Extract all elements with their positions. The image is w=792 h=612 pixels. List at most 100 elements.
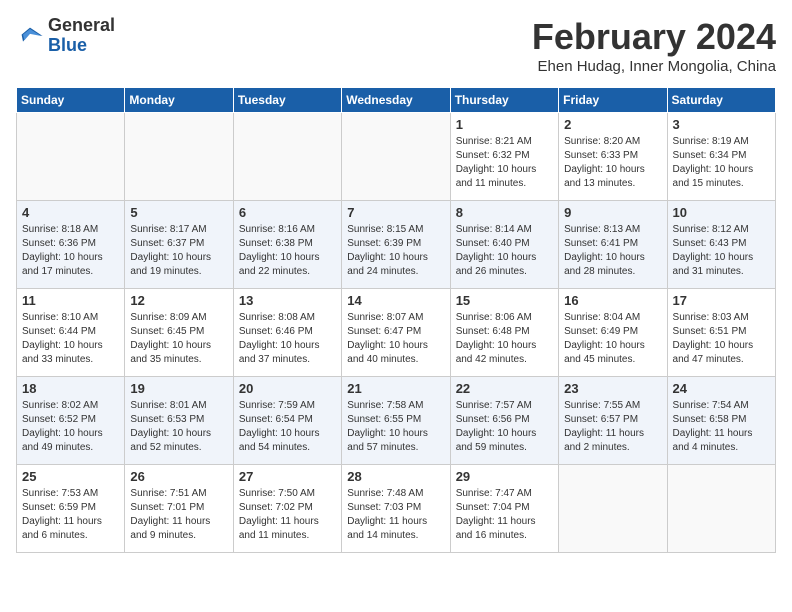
calendar-cell: 22Sunrise: 7:57 AM Sunset: 6:56 PM Dayli… [450, 377, 558, 465]
calendar-cell: 5 Sunrise: 8:17 AM Sunset: 6:37 PM Daylig… [125, 201, 233, 289]
day-info: Sunrise: 8:13 AM Sunset: 6:41 PM Dayligh… [564, 223, 661, 279]
day-number: 1 [456, 117, 553, 132]
calendar-week-row: 25 Sunrise: 7:53 AM Sunset: 6:59 PM Dayli… [17, 465, 776, 553]
calendar-cell: 8 Sunrise: 8:14 AM Sunset: 6:40 PM Daylig… [450, 201, 558, 289]
day-info: Sunrise: 7:59 AM Sunset: 6:54 PM Dayligh… [239, 399, 336, 455]
calendar-cell [667, 465, 775, 553]
calendar-cell: 16 Sunrise: 8:04 AM Sunset: 6:49 PM Dayli… [559, 289, 667, 377]
day-number: 19 [130, 381, 227, 396]
weekday-header: Wednesday [342, 88, 450, 113]
day-info: Sunrise: 8:12 AM Sunset: 6:43 PM Dayligh… [673, 223, 770, 279]
day-number: 16 [564, 293, 661, 308]
day-info: Sunrise: 8:07 AM Sunset: 6:47 PM Dayligh… [347, 311, 444, 367]
day-number: 5 [130, 205, 227, 220]
day-info: Sunrise: 7:53 AM Sunset: 6:59 PM Dayligh… [22, 487, 119, 543]
calendar-cell [17, 113, 125, 201]
month-title: February 2024 [532, 16, 776, 58]
day-info: Sunrise: 8:17 AM Sunset: 6:37 PM Dayligh… [130, 223, 227, 279]
calendar-cell: 20 Sunrise: 7:59 AM Sunset: 6:54 PM Dayli… [233, 377, 341, 465]
day-number: 10 [673, 205, 770, 220]
bird-icon [16, 22, 44, 50]
weekday-header: Tuesday [233, 88, 341, 113]
day-info: Sunrise: 8:04 AM Sunset: 6:49 PM Dayligh… [564, 311, 661, 367]
logo: General Blue [16, 16, 115, 56]
day-info: Sunrise: 8:21 AM Sunset: 6:32 PM Dayligh… [456, 135, 553, 191]
day-info: Sunrise: 8:19 AM Sunset: 6:34 PM Dayligh… [673, 135, 770, 191]
calendar-cell [342, 113, 450, 201]
day-number: 25 [22, 469, 119, 484]
day-info: Sunrise: 8:15 AM Sunset: 6:39 PM Dayligh… [347, 223, 444, 279]
weekday-header: Monday [125, 88, 233, 113]
day-info: Sunrise: 7:58 AM Sunset: 6:55 PM Dayligh… [347, 399, 444, 455]
day-info: Sunrise: 8:09 AM Sunset: 6:45 PM Dayligh… [130, 311, 227, 367]
title-block: February 2024 Ehen Hudag, Inner Mongolia… [532, 16, 776, 75]
day-number: 8 [456, 205, 553, 220]
day-number: 29 [456, 469, 553, 484]
calendar-cell: 3 Sunrise: 8:19 AM Sunset: 6:34 PM Daylig… [667, 113, 775, 201]
calendar-cell: 25 Sunrise: 7:53 AM Sunset: 6:59 PM Dayli… [17, 465, 125, 553]
day-info: Sunrise: 7:51 AM Sunset: 7:01 PM Dayligh… [130, 487, 227, 543]
day-number: 17 [673, 293, 770, 308]
day-number: 18 [22, 381, 119, 396]
day-number: 4 [22, 205, 119, 220]
calendar-week-row: 1 Sunrise: 8:21 AM Sunset: 6:32 PM Daylig… [17, 113, 776, 201]
calendar-cell: 28 Sunrise: 7:48 AM Sunset: 7:03 PM Dayli… [342, 465, 450, 553]
page-header: General Blue February 2024 Ehen Hudag, I… [16, 16, 776, 75]
calendar-cell: 19 Sunrise: 8:01 AM Sunset: 6:53 PM Dayli… [125, 377, 233, 465]
calendar-cell: 14 Sunrise: 8:07 AM Sunset: 6:47 PM Dayli… [342, 289, 450, 377]
weekday-header: Saturday [667, 88, 775, 113]
calendar-cell [125, 113, 233, 201]
calendar-cell: 23Sunrise: 7:55 AM Sunset: 6:57 PM Dayli… [559, 377, 667, 465]
logo-blue: Blue [48, 35, 87, 55]
calendar-cell: 11 Sunrise: 8:10 AM Sunset: 6:44 PM Dayli… [17, 289, 125, 377]
calendar-cell: 4 Sunrise: 8:18 AM Sunset: 6:36 PM Daylig… [17, 201, 125, 289]
day-number: 20 [239, 381, 336, 396]
day-number: 15 [456, 293, 553, 308]
day-number: 24 [673, 381, 770, 396]
day-number: 11 [22, 293, 119, 308]
calendar-cell: 1 Sunrise: 8:21 AM Sunset: 6:32 PM Daylig… [450, 113, 558, 201]
day-info: Sunrise: 8:18 AM Sunset: 6:36 PM Dayligh… [22, 223, 119, 279]
day-number: 13 [239, 293, 336, 308]
day-info: Sunrise: 7:47 AM Sunset: 7:04 PM Dayligh… [456, 487, 553, 543]
calendar-week-row: 11 Sunrise: 8:10 AM Sunset: 6:44 PM Dayli… [17, 289, 776, 377]
weekday-header: Sunday [17, 88, 125, 113]
calendar-cell: 13 Sunrise: 8:08 AM Sunset: 6:46 PM Dayli… [233, 289, 341, 377]
day-info: Sunrise: 7:50 AM Sunset: 7:02 PM Dayligh… [239, 487, 336, 543]
day-info: Sunrise: 7:57 AM Sunset: 6:56 PM Dayligh… [456, 399, 553, 455]
weekday-header: Friday [559, 88, 667, 113]
calendar-cell: 7 Sunrise: 8:15 AM Sunset: 6:39 PM Daylig… [342, 201, 450, 289]
calendar-cell [559, 465, 667, 553]
day-number: 3 [673, 117, 770, 132]
day-info: Sunrise: 8:16 AM Sunset: 6:38 PM Dayligh… [239, 223, 336, 279]
day-info: Sunrise: 8:10 AM Sunset: 6:44 PM Dayligh… [22, 311, 119, 367]
day-number: 28 [347, 469, 444, 484]
calendar-cell: 17Sunrise: 8:03 AM Sunset: 6:51 PM Dayli… [667, 289, 775, 377]
calendar-cell [233, 113, 341, 201]
day-info: Sunrise: 7:48 AM Sunset: 7:03 PM Dayligh… [347, 487, 444, 543]
day-number: 7 [347, 205, 444, 220]
calendar-cell: 29 Sunrise: 7:47 AM Sunset: 7:04 PM Dayli… [450, 465, 558, 553]
calendar-cell: 12 Sunrise: 8:09 AM Sunset: 6:45 PM Dayli… [125, 289, 233, 377]
calendar-cell: 9Sunrise: 8:13 AM Sunset: 6:41 PM Daylig… [559, 201, 667, 289]
day-info: Sunrise: 8:14 AM Sunset: 6:40 PM Dayligh… [456, 223, 553, 279]
day-info: Sunrise: 8:01 AM Sunset: 6:53 PM Dayligh… [130, 399, 227, 455]
day-number: 21 [347, 381, 444, 396]
day-number: 27 [239, 469, 336, 484]
calendar-cell: 6Sunrise: 8:16 AM Sunset: 6:38 PM Daylig… [233, 201, 341, 289]
logo-general: General [48, 15, 115, 35]
day-info: Sunrise: 8:08 AM Sunset: 6:46 PM Dayligh… [239, 311, 336, 367]
calendar-cell: 15Sunrise: 8:06 AM Sunset: 6:48 PM Dayli… [450, 289, 558, 377]
location-subtitle: Ehen Hudag, Inner Mongolia, China [532, 58, 776, 75]
calendar-cell: 2Sunrise: 8:20 AM Sunset: 6:33 PM Daylig… [559, 113, 667, 201]
day-number: 12 [130, 293, 227, 308]
calendar-cell: 10 Sunrise: 8:12 AM Sunset: 6:43 PM Dayli… [667, 201, 775, 289]
calendar-table: SundayMondayTuesdayWednesdayThursdayFrid… [16, 87, 776, 553]
weekday-header: Thursday [450, 88, 558, 113]
day-number: 14 [347, 293, 444, 308]
calendar-header-row: SundayMondayTuesdayWednesdayThursdayFrid… [17, 88, 776, 113]
day-number: 23 [564, 381, 661, 396]
calendar-cell: 27 Sunrise: 7:50 AM Sunset: 7:02 PM Dayli… [233, 465, 341, 553]
calendar-cell: 26Sunrise: 7:51 AM Sunset: 7:01 PM Dayli… [125, 465, 233, 553]
calendar-week-row: 18Sunrise: 8:02 AM Sunset: 6:52 PM Dayli… [17, 377, 776, 465]
